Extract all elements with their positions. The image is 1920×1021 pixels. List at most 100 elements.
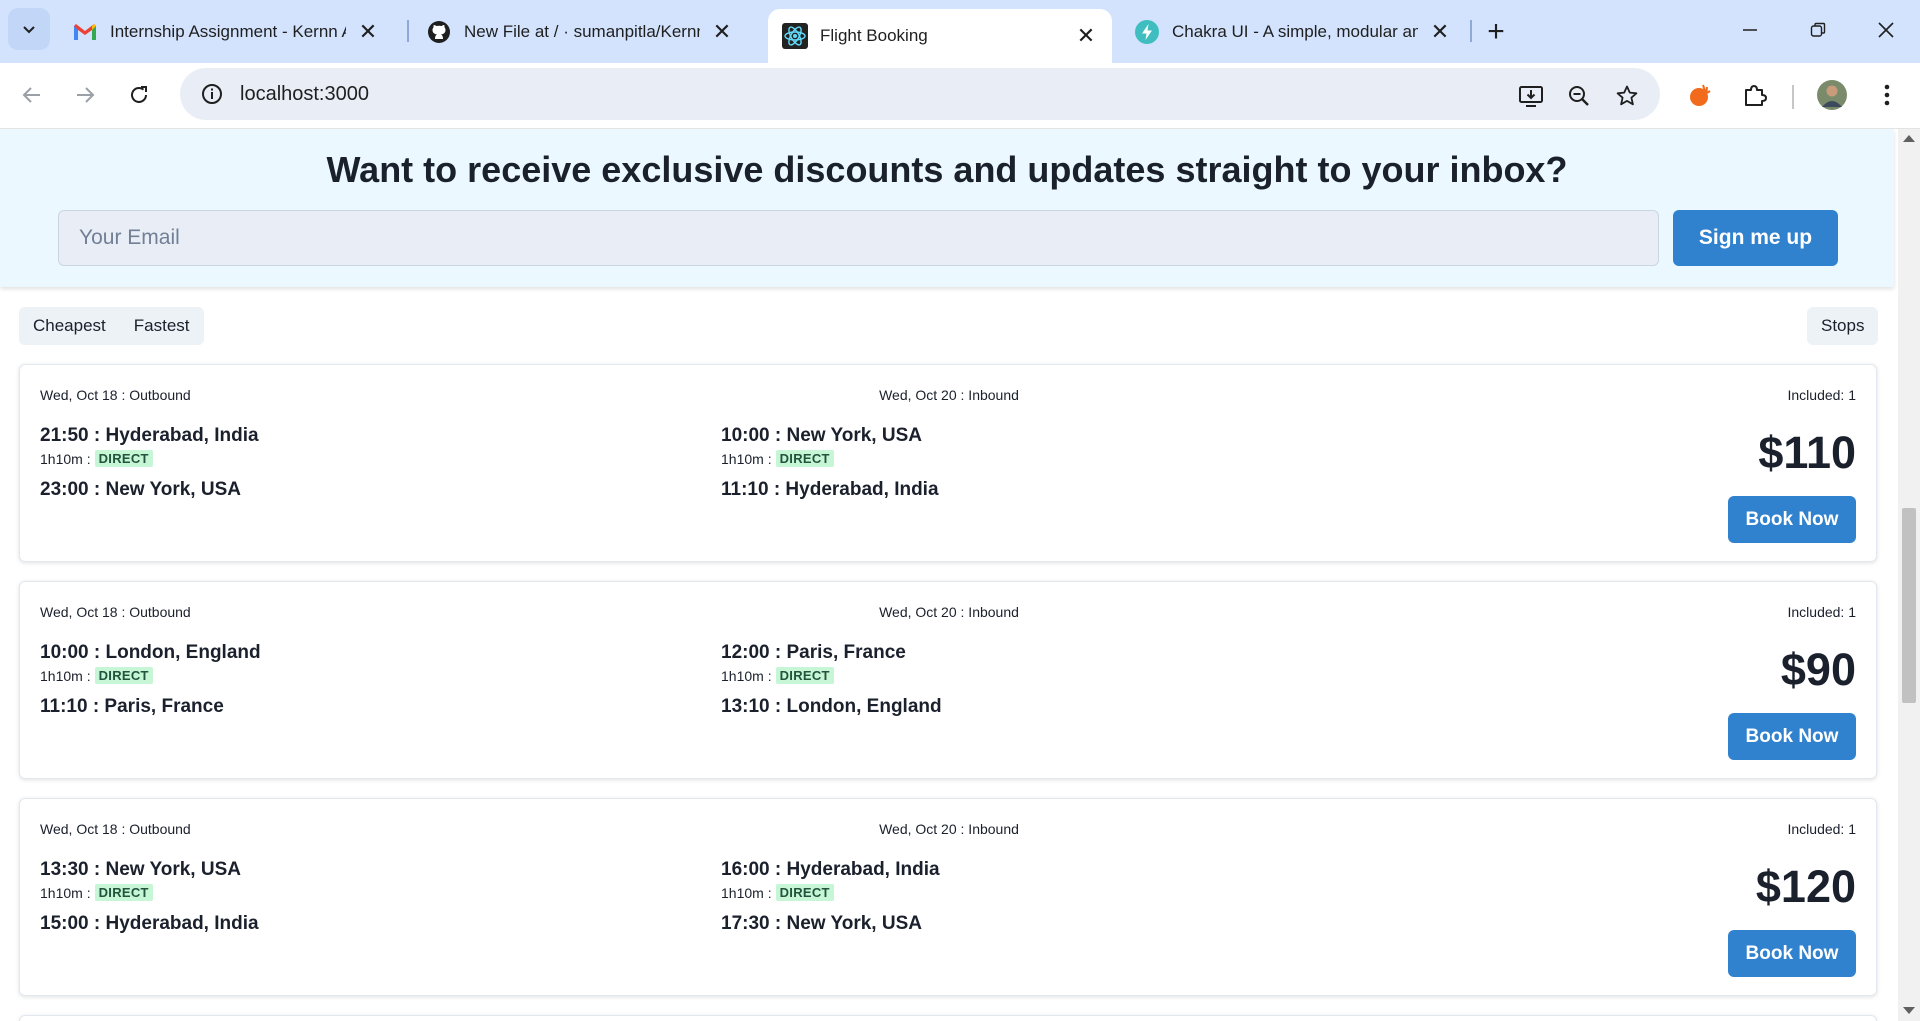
tab-title: Chakra UI - A simple, modular and [1172, 21, 1418, 41]
flight-card [19, 1015, 1877, 1021]
departure: 21:50 : Hyderabad, India [40, 425, 259, 446]
duration: 1h10m : [40, 450, 91, 467]
inbound-date: Wed, Oct 20 : Inbound [879, 821, 1019, 837]
browser-toolbar: localhost:3000 [0, 63, 1920, 129]
back-button[interactable] [12, 75, 52, 115]
page-scrollbar[interactable] [1898, 129, 1920, 1021]
departure: 16:00 : Hyderabad, India [721, 859, 940, 880]
forward-button[interactable] [65, 75, 105, 115]
newsletter-heading: Want to receive exclusive discounts and … [326, 149, 1568, 190]
inbound-leg: 12:00 : Paris, France 1h10m : DIRECT 13:… [721, 642, 942, 718]
address-bar[interactable]: localhost:3000 [180, 68, 1660, 120]
leg-meta: 1h10m : DIRECT [721, 450, 939, 467]
flight-card: Wed, Oct 18 : Outbound Wed, Oct 20 : Inb… [19, 364, 1877, 562]
departure: 12:00 : Paris, France [721, 642, 906, 663]
flight-card: Wed, Oct 18 : Outbound Wed, Oct 20 : Inb… [19, 581, 1877, 779]
included-count: Included: 1 [1787, 821, 1857, 837]
restore-button[interactable] [1788, 8, 1848, 52]
close-tab-icon[interactable]: ✕ [1428, 19, 1452, 44]
newsletter-banner: Want to receive exclusive discounts and … [0, 129, 1894, 287]
book-now-button[interactable]: Book Now [1728, 713, 1856, 760]
book-now-button[interactable]: Book Now [1728, 496, 1856, 543]
tab-github[interactable]: New File at / · sumanpitla/Kernn-a ✕ [412, 9, 748, 54]
gmail-icon [72, 19, 98, 45]
sort-fastest-button[interactable]: Fastest [119, 307, 204, 345]
duration: 1h10m : [721, 450, 772, 467]
tab-chakra-ui[interactable]: Chakra UI - A simple, modular and ✕ [1120, 9, 1466, 54]
tab-title: New File at / · sumanpitla/Kernn-a [464, 21, 700, 41]
chakra-icon [1134, 19, 1160, 45]
bookmark-star-icon[interactable] [1613, 82, 1641, 110]
tab-flight-booking[interactable]: Flight Booking ✕ [768, 9, 1112, 63]
new-tab-button[interactable]: + [1478, 14, 1514, 50]
stops-badge: DIRECT [775, 884, 834, 901]
leg-meta: 1h10m : DIRECT [40, 667, 261, 684]
departure: 10:00 : London, England [40, 642, 261, 663]
close-tab-icon[interactable]: ✕ [710, 19, 734, 44]
extensions-puzzle-icon[interactable] [1738, 78, 1772, 112]
arrow-right-icon [77, 87, 95, 103]
install-app-icon[interactable] [1517, 82, 1545, 110]
close-window-button[interactable] [1856, 8, 1916, 52]
stops-badge: DIRECT [94, 667, 153, 684]
duration: 1h10m : [40, 884, 91, 901]
price: $120 [1755, 861, 1856, 912]
page-viewport: Want to receive exclusive discounts and … [0, 129, 1898, 1021]
tab-search-button[interactable] [8, 8, 50, 50]
arrival: 11:10 : Paris, France [40, 696, 224, 717]
sort-options: Cheapest Fastest [19, 307, 204, 345]
flight-card: Wed, Oct 18 : Outbound Wed, Oct 20 : Inb… [19, 798, 1877, 996]
book-now-button[interactable]: Book Now [1728, 930, 1856, 977]
extension-icon[interactable] [1683, 78, 1717, 112]
tab-title: Flight Booking [820, 26, 928, 45]
tab-title: Internship Assignment - Kernn Aut [110, 21, 346, 41]
arrival: 11:10 : Hyderabad, India [721, 479, 939, 500]
stops-badge: DIRECT [94, 450, 153, 467]
duration: 1h10m : [40, 667, 91, 684]
scrollbar-thumb[interactable] [1902, 508, 1916, 703]
stops-badge: DIRECT [94, 884, 153, 901]
tab-strip: Internship Assignment - Kernn Aut ✕ New … [0, 0, 1920, 63]
close-tab-icon[interactable]: ✕ [356, 19, 380, 44]
arrival: 15:00 : Hyderabad, India [40, 913, 259, 934]
outbound-leg: 13:30 : New York, USA 1h10m : DIRECT 15:… [40, 859, 259, 935]
inbound-leg: 16:00 : Hyderabad, India 1h10m : DIRECT … [721, 859, 940, 935]
site-info-icon[interactable] [188, 68, 236, 120]
inbound-date: Wed, Oct 20 : Inbound [879, 604, 1019, 620]
included-count: Included: 1 [1787, 387, 1857, 403]
leg-meta: 1h10m : DIRECT [40, 450, 259, 467]
zoom-icon[interactable] [1565, 82, 1593, 110]
sort-cheapest-button[interactable]: Cheapest [19, 307, 120, 345]
url-text[interactable]: localhost:3000 [240, 83, 369, 106]
price: $110 [1758, 427, 1856, 478]
inbound-leg: 10:00 : New York, USA 1h10m : DIRECT 11:… [721, 425, 939, 501]
arrival: 13:10 : London, England [721, 696, 942, 717]
email-input[interactable] [58, 210, 1659, 266]
sign-up-button[interactable]: Sign me up [1673, 210, 1838, 266]
stops-badge: DIRECT [775, 667, 834, 684]
scroll-up-arrow-icon[interactable] [1903, 135, 1915, 142]
arrival: 23:00 : New York, USA [40, 479, 241, 500]
stops-badge: DIRECT [775, 450, 834, 467]
close-tab-icon[interactable]: ✕ [1074, 23, 1098, 48]
inbound-date: Wed, Oct 20 : Inbound [879, 387, 1019, 403]
included-count: Included: 1 [1787, 604, 1857, 620]
reload-icon [131, 86, 147, 103]
duration: 1h10m : [721, 884, 772, 901]
departure: 13:30 : New York, USA [40, 859, 241, 880]
restore-icon [1810, 22, 1826, 37]
close-icon [1878, 22, 1894, 38]
outbound-leg: 10:00 : London, England 1h10m : DIRECT 1… [40, 642, 261, 718]
toolbar-divider [1792, 85, 1794, 109]
scroll-down-arrow-icon[interactable] [1903, 1007, 1915, 1014]
react-icon [782, 23, 808, 49]
profile-avatar[interactable] [1815, 78, 1849, 112]
stops-filter-button[interactable]: Stops [1807, 307, 1879, 345]
minimize-button[interactable] [1720, 8, 1780, 52]
tab-separator [407, 20, 409, 42]
reload-button[interactable] [119, 75, 159, 115]
tab-separator [1470, 20, 1472, 42]
more-menu-icon[interactable] [1870, 78, 1904, 112]
departure: 10:00 : New York, USA [721, 425, 922, 446]
tab-gmail[interactable]: Internship Assignment - Kernn Aut ✕ [58, 9, 394, 54]
